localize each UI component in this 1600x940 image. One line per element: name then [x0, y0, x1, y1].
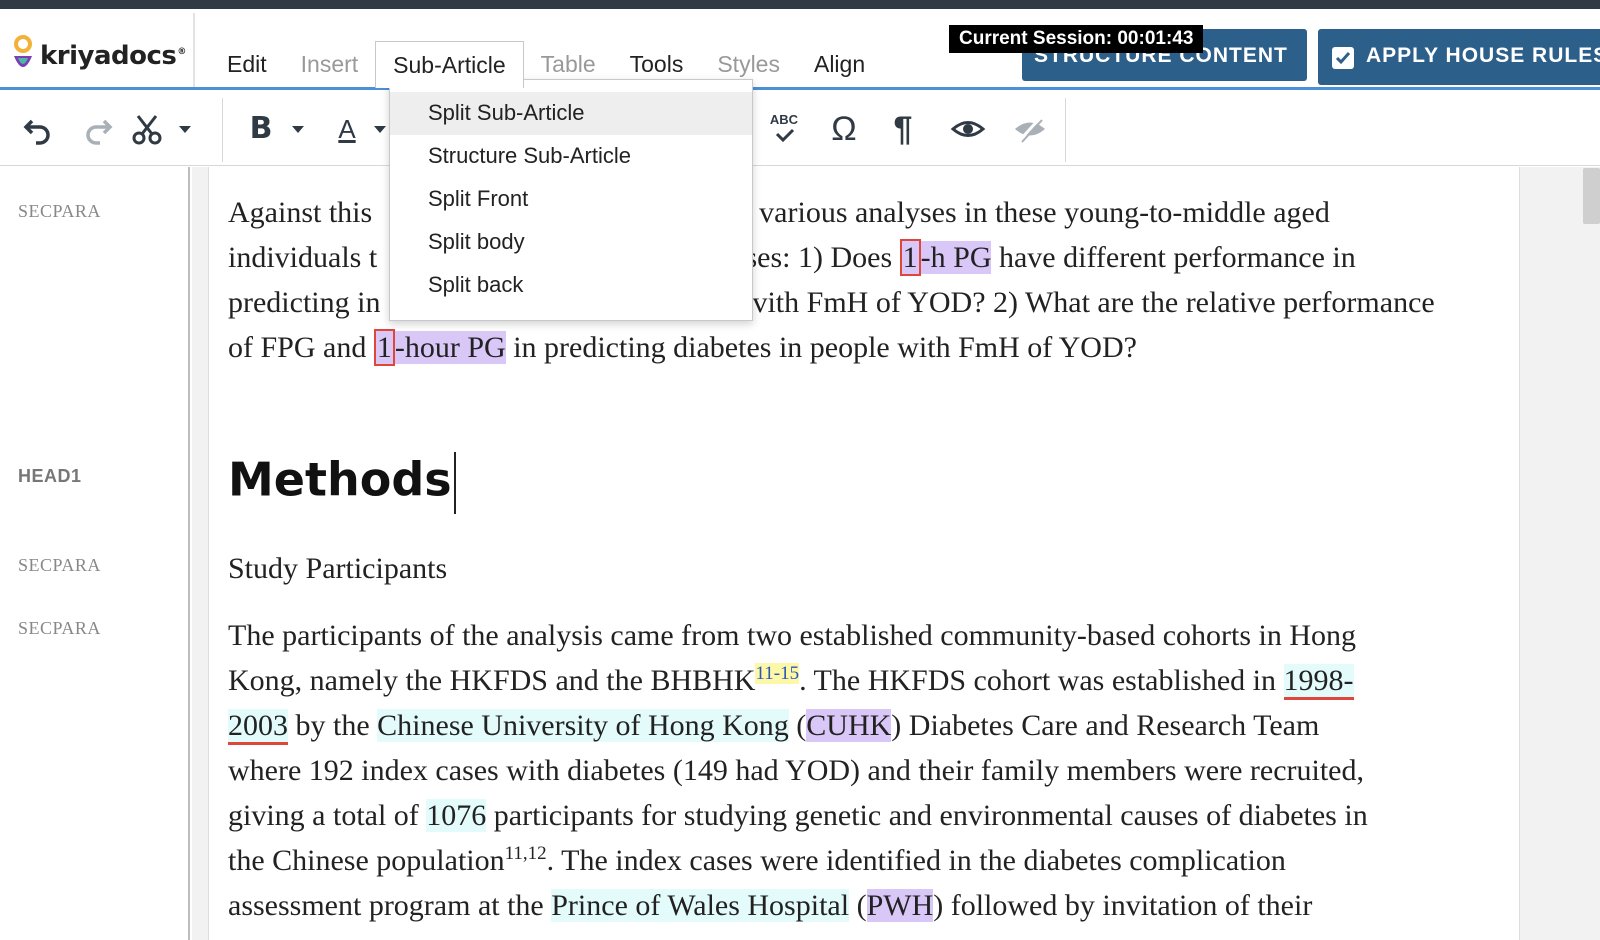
header-divider — [193, 13, 195, 89]
entity-term[interactable]: Chinese University of Hong Kong — [377, 709, 789, 742]
eye-icon[interactable] — [950, 112, 986, 146]
paragraph-study-participants[interactable]: The participants of the analysis came fr… — [228, 613, 1498, 928]
spellcheck-icon[interactable]: ABC — [766, 112, 802, 146]
style-tag[interactable]: SECPARA — [18, 201, 101, 222]
text-line: the Chinese population11,12. The index c… — [228, 843, 1286, 877]
apply-house-rules-label: APPLY HOUSE RULES — [1366, 44, 1600, 67]
section-heading-methods[interactable]: Methods — [228, 452, 456, 514]
logo-text: kriyadocs® — [40, 41, 186, 71]
omega-icon[interactable]: Ω — [826, 112, 862, 146]
cut-icon[interactable] — [130, 112, 164, 146]
sub-article-dropdown: Split Sub-Article Structure Sub-Article … — [389, 79, 753, 321]
highlight-term[interactable]: -h PG — [920, 241, 992, 274]
abbreviation-term[interactable]: CUHK — [806, 709, 892, 742]
menu-sub-article[interactable]: Sub-Article — [375, 41, 524, 88]
app-header: kriyadocs® Edit Insert Sub-Article Table… — [0, 9, 1600, 89]
text-line: assessment program at the Prince of Wale… — [228, 889, 1313, 922]
font-color-caret-icon[interactable] — [374, 126, 386, 133]
style-tag-gutter: SECPARA HEAD1 SECPARA SECPARA — [0, 167, 190, 940]
menu-item-split-front[interactable]: Split Front — [390, 178, 752, 221]
abbreviation-term[interactable]: PWH — [866, 889, 934, 922]
toolbar-separator — [222, 98, 223, 162]
highlight-term[interactable]: -hour PG — [394, 331, 506, 364]
text-line: of FPG and 1 -hour PG in predicting diabe… — [228, 329, 1137, 366]
citation-ref[interactable]: 11,12 — [505, 843, 547, 864]
entity-term[interactable]: Prince of Wales Hospital — [551, 889, 850, 922]
font-color-icon[interactable]: A — [330, 112, 364, 146]
bold-icon[interactable]: B — [246, 112, 276, 146]
undo-icon[interactable] — [22, 112, 56, 146]
session-timer: Current Session: 00:01:43 — [949, 25, 1204, 53]
flagged-term[interactable]: 2003 — [228, 709, 288, 745]
style-tag[interactable]: HEAD1 — [18, 466, 82, 487]
text-line: The participants of the analysis came fr… — [228, 619, 1357, 652]
checkbox-icon — [1332, 47, 1354, 69]
style-tag[interactable]: SECPARA — [18, 618, 101, 639]
menu-align[interactable]: Align — [797, 41, 882, 87]
spellcheck-label: ABC — [769, 112, 799, 127]
kriyadocs-logo-icon — [10, 34, 36, 78]
menu-item-split-sub-article[interactable]: Split Sub-Article — [390, 92, 752, 135]
editor-toolbar: B A ABC Ω ¶ — [0, 90, 1600, 166]
subheading-study-participants[interactable]: Study Participants — [228, 552, 447, 586]
flagged-term[interactable]: 1998- — [1283, 664, 1354, 700]
kriyadocs-logo[interactable]: kriyadocs® — [10, 31, 186, 81]
menu-insert[interactable]: Insert — [284, 41, 376, 87]
hide-icon[interactable] — [1012, 112, 1048, 146]
vertical-scrollbar-thumb[interactable] — [1583, 168, 1600, 224]
text-line: Kong, namely the HKFDS and the BHBHK11-1… — [228, 658, 1498, 703]
cut-menu-caret-icon[interactable] — [179, 126, 191, 133]
citation-ref[interactable]: 11-15 — [755, 663, 800, 684]
toolbar-separator — [1065, 98, 1066, 162]
menu-item-split-body[interactable]: Split body — [390, 221, 752, 264]
apply-house-rules-button[interactable]: APPLY HOUSE RULES — [1318, 29, 1600, 85]
text-line: 2003 by the Chinese University of Hong K… — [228, 703, 1498, 748]
style-tag[interactable]: SECPARA — [18, 555, 101, 576]
text-line: where 192 index cases with diabetes (149… — [228, 754, 1364, 787]
text-line: giving a total of 1076 participants for … — [228, 799, 1368, 832]
query-marker[interactable]: 1 — [899, 239, 921, 276]
redo-icon[interactable] — [80, 112, 114, 146]
query-marker[interactable]: 1 — [373, 329, 395, 366]
menu-item-split-back[interactable]: Split back — [390, 264, 752, 307]
menu-item-structure-sub-article[interactable]: Structure Sub-Article — [390, 135, 752, 178]
window-top-strip — [0, 0, 1600, 9]
pilcrow-icon[interactable]: ¶ — [888, 112, 918, 146]
menu-edit[interactable]: Edit — [210, 41, 284, 87]
text-cursor — [453, 452, 456, 514]
bold-menu-caret-icon[interactable] — [292, 126, 304, 133]
entity-term[interactable]: 1076 — [426, 799, 487, 832]
